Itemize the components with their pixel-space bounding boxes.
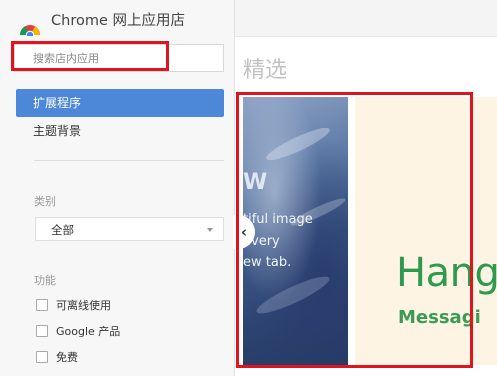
slide-wave-line-3: ew tab. (243, 255, 292, 270)
wave-streak (253, 270, 333, 320)
slide-hangouts-subtitle: Messagi (398, 307, 481, 328)
chrome-web-store-page: Chrome 网上应用店 扩展程序 主题背景 类别 全部 功能 可离线使用 Go… (0, 0, 497, 376)
feature-offline-row[interactable]: 可离线使用 (36, 298, 111, 312)
chevron-left-icon: ‹ (240, 222, 248, 241)
wave-streak (263, 122, 333, 166)
category-select-value: 全部 (51, 223, 74, 237)
nav-item-extensions[interactable]: 扩展程序 (16, 89, 224, 117)
store-title[interactable]: Chrome 网上应用店 (51, 9, 185, 30)
slide-wave-image[interactable]: W tiful image every ew tab. (243, 97, 348, 365)
top-bar (235, 0, 497, 37)
slide-hangouts[interactable]: Hang Messagi (355, 97, 497, 365)
slide-wave-heading: W (243, 170, 268, 195)
slide-hangouts-title: Hang (396, 250, 497, 296)
chrome-logo-icon[interactable] (17, 14, 43, 36)
features-label: 功能 (34, 274, 56, 287)
sidebar-divider (34, 160, 224, 161)
feature-google-label: Google 产品 (56, 325, 121, 338)
category-label: 类别 (34, 195, 56, 208)
nav-item-themes[interactable]: 主题背景 (16, 117, 224, 145)
caret-down-icon (207, 228, 213, 232)
feature-free-row[interactable]: 免费 (36, 350, 78, 364)
featured-carousel[interactable]: W tiful image every ew tab. Hang Messagi (243, 97, 497, 365)
feature-offline-label: 可离线使用 (56, 299, 111, 312)
store-header: Chrome 网上应用店 (0, 0, 234, 38)
sidebar: Chrome 网上应用店 扩展程序 主题背景 类别 全部 功能 可离线使用 Go… (0, 0, 235, 376)
section-title: 精选 (243, 58, 288, 83)
category-select[interactable]: 全部 (35, 217, 224, 241)
feature-google-checkbox[interactable] (36, 325, 48, 337)
feature-free-checkbox[interactable] (36, 351, 48, 363)
search-box[interactable] (14, 44, 224, 72)
feature-google-row[interactable]: Google 产品 (36, 324, 120, 338)
search-input[interactable] (33, 45, 223, 71)
feature-free-label: 免费 (56, 351, 78, 364)
feature-offline-checkbox[interactable] (36, 299, 48, 311)
